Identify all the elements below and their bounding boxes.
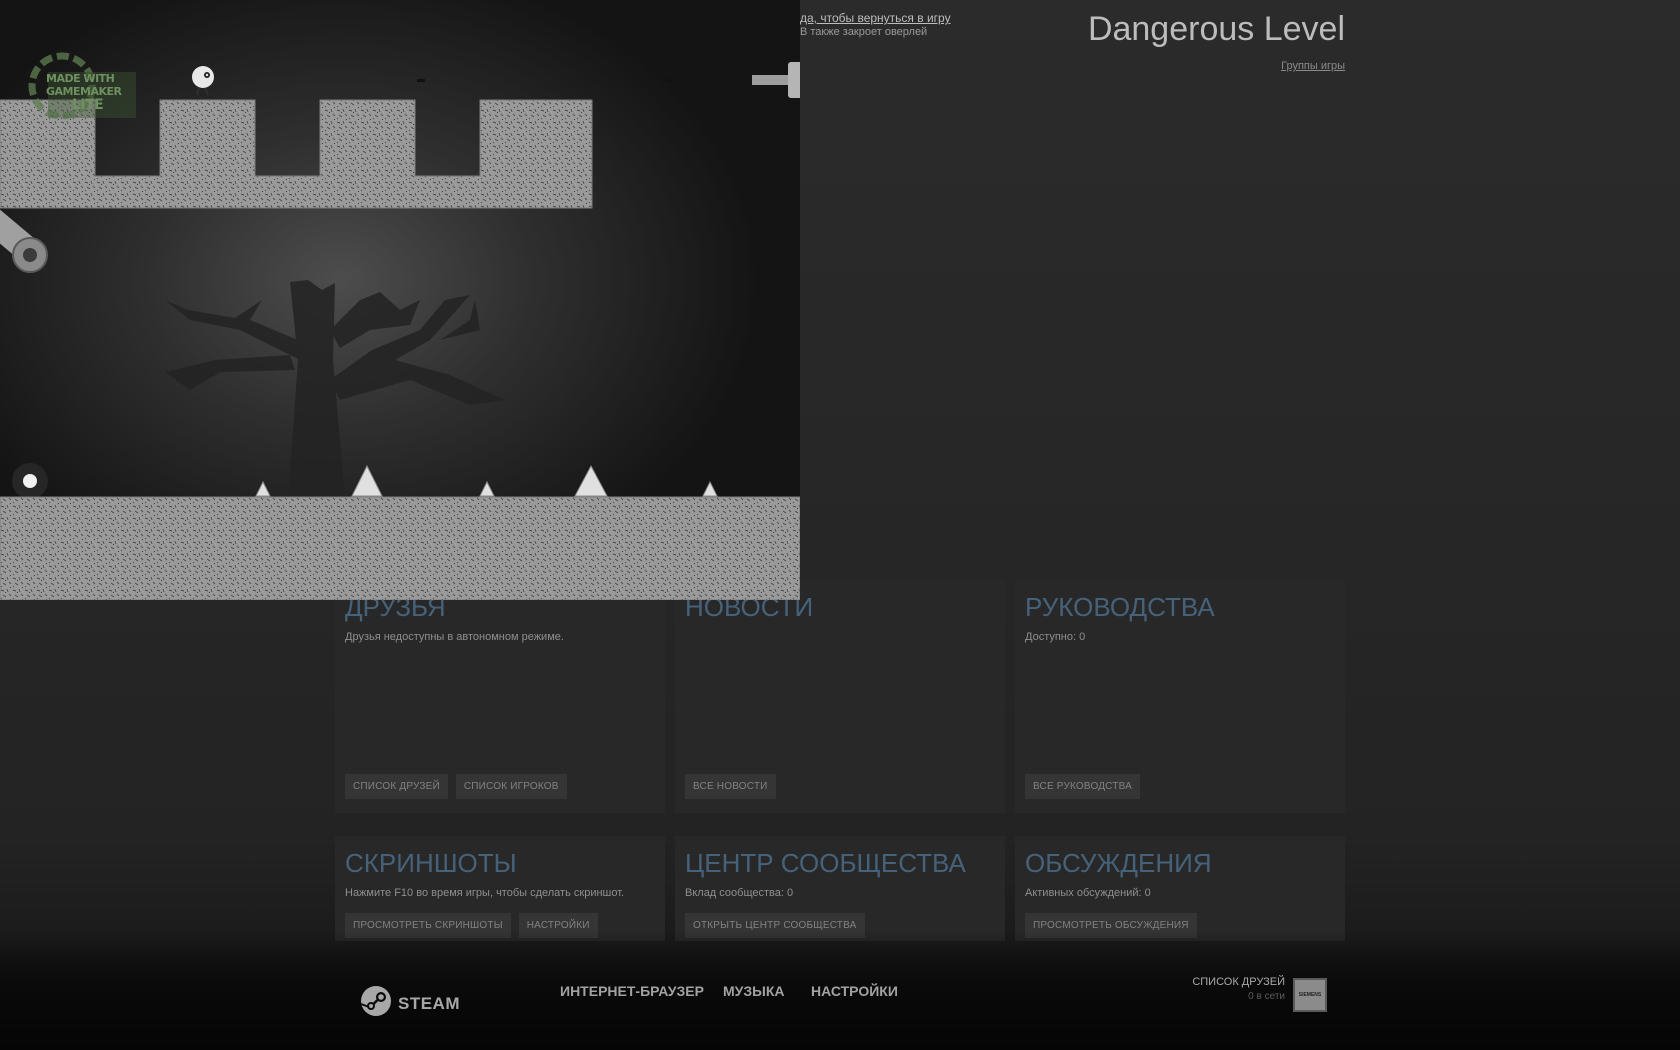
discussions-panel-title: ОБСУЖДЕНИЯ (1025, 848, 1212, 878)
overlay-close-hint: В также закроет оверлей (800, 26, 928, 38)
community-hub-panel: ЦЕНТР СООБЩЕСТВА Вклад сообщества: 0 ОТК… (675, 836, 1005, 941)
steam-icon (360, 985, 392, 1022)
player-character (192, 66, 214, 96)
screenshots-panel: СКРИНШОТЫ Нажмите F10 во время игры, что… (335, 836, 665, 941)
community-hub-panel-subtitle: Вклад сообщества: 0 (685, 887, 794, 899)
badge-line-1: MADE WITH (46, 72, 115, 85)
web-browser-link[interactable]: ИНТЕРНЕТ-БРАУЗЕР (560, 983, 704, 999)
players-list-button[interactable]: СПИСОК ИГРОКОВ (455, 774, 567, 799)
glowing-orb (12, 463, 48, 499)
tree-silhouette (165, 280, 505, 498)
community-hub-panel-title: ЦЕНТР СООБЩЕСТВА (685, 848, 966, 878)
screenshots-panel-subtitle: Нажмите F10 во время игры, чтобы сделать… (345, 887, 625, 899)
settings-link[interactable]: НАСТРОЙКИ (811, 983, 898, 999)
game-title: Dangerous Level (1087, 10, 1345, 48)
all-news-button[interactable]: ВСЕ НОВОСТИ (685, 774, 776, 799)
guides-panel: РУКОВОДСТВА Доступно: 0 ВСЕ РУКОВОДСТВА (1015, 580, 1345, 813)
friends-list-button[interactable]: СПИСОК ДРУЗЕЙ (345, 774, 448, 799)
gamemaker-badge: MADE WITH GAMEMAKER LITE (32, 52, 128, 118)
avatar-label: SIEMENS (1298, 992, 1322, 998)
badge-line-3: LITE (72, 97, 104, 113)
return-to-game-link[interactable]: да, чтобы вернуться в игру (800, 11, 951, 25)
user-avatar[interactable]: SIEMENS (1293, 978, 1327, 1012)
music-link[interactable]: МУЗЫКА (723, 983, 785, 999)
cannon (0, 205, 48, 273)
ground-platform (0, 496, 800, 600)
exit-pipe (752, 62, 800, 98)
discussions-panel: ОБСУЖДЕНИЯ Активных обсуждений: 0 ПРОСМО… (1015, 836, 1345, 941)
all-guides-button[interactable]: ВСЕ РУКОВОДСТВА (1025, 774, 1140, 799)
news-panel: НОВОСТИ ВСЕ НОВОСТИ (675, 580, 1005, 813)
friends-list-link[interactable]: СПИСОК ДРУЗЕЙ (1192, 976, 1285, 988)
screenshots-panel-title: СКРИНШОТЫ (345, 848, 517, 878)
friends-panel-subtitle: Друзья недоступны в автономном режиме. (345, 631, 564, 643)
steam-logo-button[interactable]: STEAM (360, 985, 460, 1022)
guides-panel-title: РУКОВОДСТВА (1025, 592, 1215, 622)
game-viewport[interactable]: MADE WITH GAMEMAKER LITE (0, 0, 800, 600)
steam-logo-text: STEAM (398, 993, 460, 1013)
discussions-panel-subtitle: Активных обсуждений: 0 (1025, 887, 1151, 899)
friends-online-count: 0 в сети (1248, 991, 1285, 1002)
guides-panel-subtitle: Доступно: 0 (1025, 631, 1086, 643)
friends-panel: ДРУЗЬЯ Друзья недоступны в автономном ре… (335, 580, 665, 813)
game-groups-link[interactable]: Группы игры (1281, 60, 1345, 72)
